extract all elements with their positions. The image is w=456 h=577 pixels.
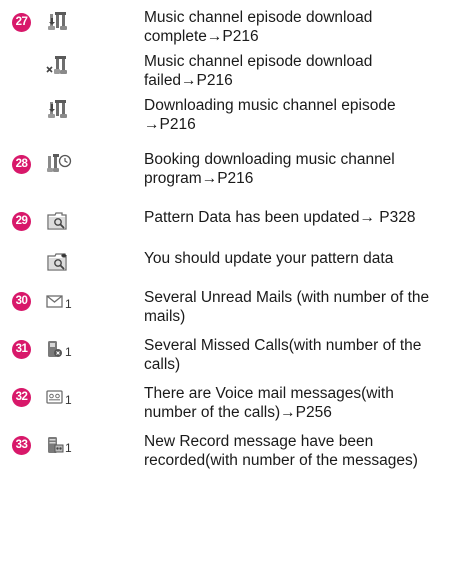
entry-number-badge: 27 <box>12 13 31 32</box>
voicemail-count: 1 <box>65 393 72 407</box>
music-download-failed-icon <box>46 55 72 77</box>
entry-description: You should update your pattern data <box>144 250 394 267</box>
music-downloading-icon <box>46 99 72 121</box>
entry-number-badge: 33 <box>12 436 31 455</box>
entry-number-badge: 32 <box>12 388 31 407</box>
entry-description: Pattern Data has been updated→ P328 <box>144 209 416 226</box>
entry-number-badge: 29 <box>12 212 31 231</box>
entry-description: Music channel episode download failed→P2… <box>144 53 373 89</box>
pattern-update-needed-icon <box>46 252 72 274</box>
entry-number-badge: 30 <box>12 292 31 311</box>
entry-description: Music channel episode download complete→… <box>144 9 373 45</box>
entry-description: Downloading music channel episode →P216 <box>144 97 396 133</box>
entry-description: Booking downloading music channel progra… <box>144 151 395 187</box>
entry-description: Several Unread Mails (with number of the… <box>144 289 430 325</box>
music-download-complete-icon <box>46 11 72 33</box>
record-message-count: 1 <box>65 441 72 455</box>
entry-description: New Record message have been recorded(wi… <box>144 433 418 469</box>
missed-call-count: 1 <box>65 345 72 359</box>
entry-description: There are Voice mail messages(with numbe… <box>144 385 394 421</box>
mail-count: 1 <box>65 297 72 311</box>
entry-number-badge: 28 <box>12 155 31 174</box>
pattern-updated-icon <box>46 211 72 233</box>
entry-description: Several Missed Calls(with number of the … <box>144 337 422 373</box>
entry-number-badge: 31 <box>12 340 31 359</box>
music-booking-icon <box>46 153 72 175</box>
